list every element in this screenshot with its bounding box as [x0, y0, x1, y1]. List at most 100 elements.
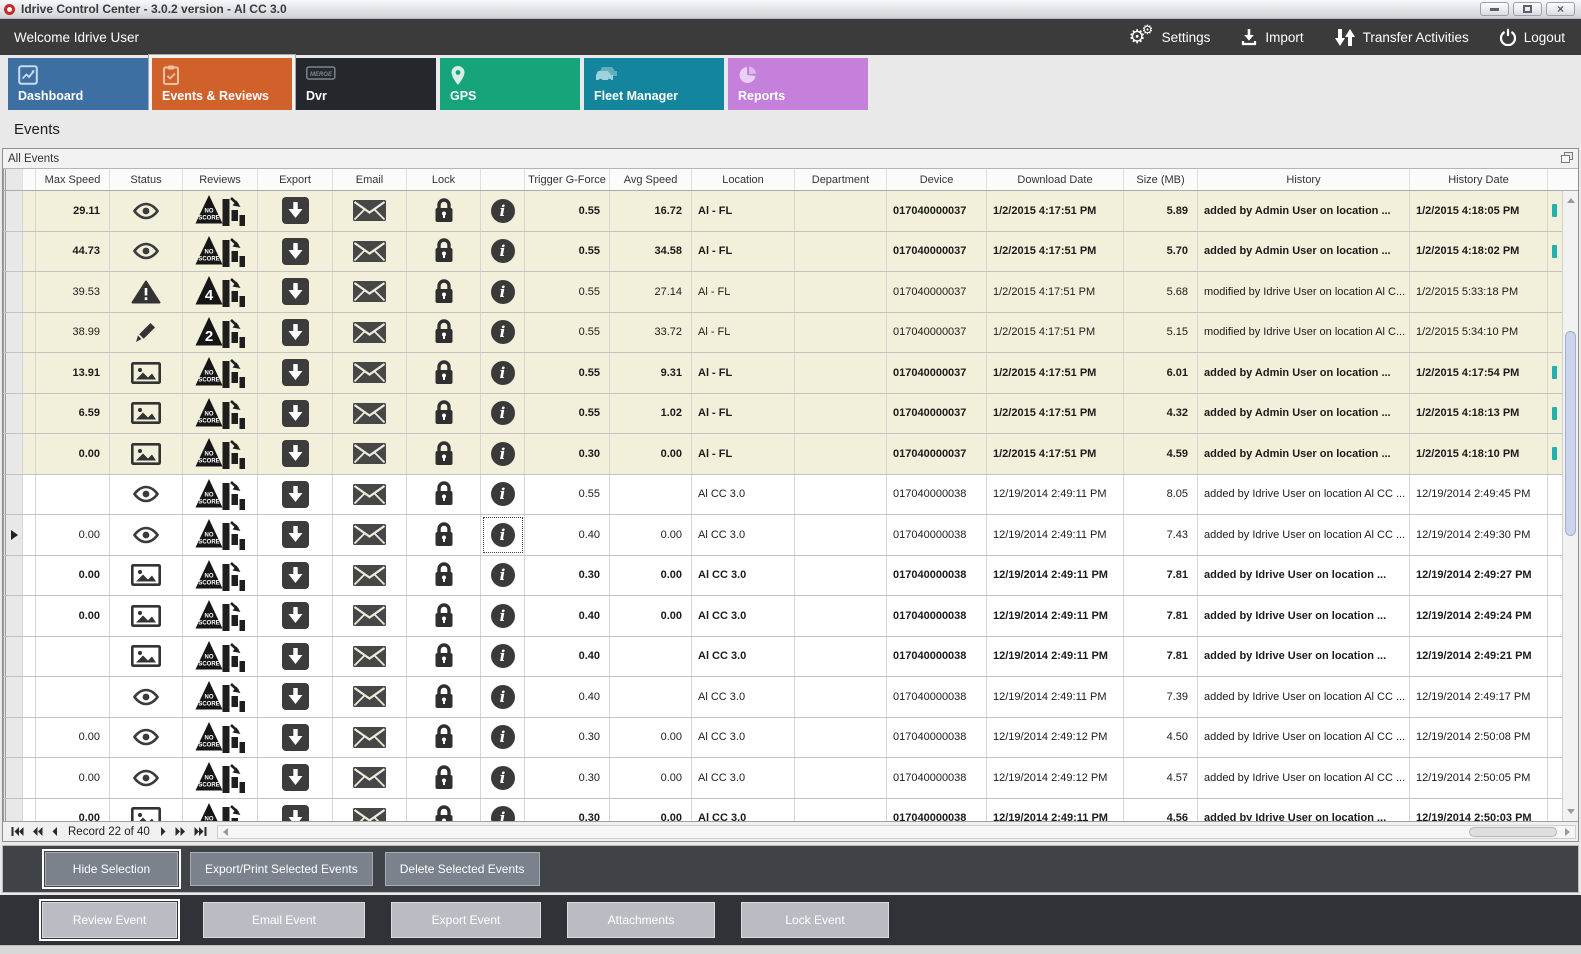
cell-reviews[interactable]: NOSCORE	[183, 232, 258, 272]
info-icon[interactable]: i	[491, 604, 515, 628]
cell-reviews[interactable]: NOSCORE	[183, 677, 258, 717]
cell-info[interactable]: i	[481, 394, 525, 434]
next-page-button[interactable]	[171, 827, 190, 836]
close-button[interactable]: ×	[1546, 2, 1575, 16]
row-indicator-cell[interactable]	[3, 475, 23, 515]
cell-info[interactable]: i	[481, 191, 525, 231]
row-indicator-cell[interactable]	[3, 232, 23, 272]
column-header-download-date[interactable]: Download Date	[987, 169, 1124, 190]
cell-email[interactable]	[333, 272, 407, 312]
table-row[interactable]: 00.00NOSCOREi0.300.00Al - FL017040000037…	[3, 434, 1562, 475]
import-button[interactable]: Import	[1240, 28, 1303, 46]
tab-dashboard[interactable]: Dashboard	[8, 58, 148, 110]
cell-info[interactable]: i	[481, 475, 525, 515]
cell-lock[interactable]	[407, 515, 481, 555]
info-icon[interactable]: i	[491, 644, 515, 668]
cell-lock[interactable]	[407, 272, 481, 312]
column-header-max-speed[interactable]: Max Speed	[36, 169, 110, 190]
minimize-button[interactable]	[1480, 2, 1509, 16]
cell-email[interactable]	[333, 434, 407, 474]
row-indicator-cell[interactable]	[3, 718, 23, 758]
cell-lock[interactable]	[407, 596, 481, 636]
export-print-selected-events-button[interactable]: Export/Print Selected Events	[190, 852, 373, 886]
table-row[interactable]: 70.00NOSCOREi0.300.00Al CC 3.00170400000…	[3, 556, 1562, 597]
info-icon[interactable]: i	[491, 401, 515, 425]
previous-page-button[interactable]	[28, 827, 47, 836]
cell-email[interactable]	[333, 596, 407, 636]
cell-lock[interactable]	[407, 191, 481, 231]
info-icon[interactable]: i	[491, 482, 515, 506]
cell-export[interactable]	[258, 313, 333, 353]
cell-export[interactable]	[258, 758, 333, 798]
table-row[interactable]: 229.11NOSCOREi0.5516.72Al - FL0170400000…	[3, 191, 1562, 232]
hide-selection-button[interactable]: Hide Selection	[45, 852, 178, 886]
tab-dvr[interactable]: MERGE Dvr	[296, 58, 436, 110]
row-indicator-cell[interactable]	[3, 515, 23, 555]
cell-lock[interactable]	[407, 677, 481, 717]
cell-lock[interactable]	[407, 434, 481, 474]
cascade-windows-icon[interactable]	[1561, 152, 1573, 166]
cell-export[interactable]	[258, 677, 333, 717]
column-header-blank[interactable]	[1548, 169, 1560, 190]
cell-info[interactable]: i	[481, 596, 525, 636]
tab-reports[interactable]: Reports	[728, 58, 868, 110]
info-icon[interactable]: i	[491, 806, 515, 821]
maximize-button[interactable]	[1513, 2, 1542, 16]
cell-info[interactable]: i	[481, 637, 525, 677]
cell-email[interactable]	[333, 515, 407, 555]
table-row[interactable]: 50.00NOSCOREi0.300.00Al CC 3.00170400000…	[3, 799, 1562, 822]
cell-info[interactable]: i	[481, 718, 525, 758]
logout-button[interactable]: Logout	[1499, 28, 1565, 46]
column-header-status[interactable]: Status	[110, 169, 183, 190]
cell-email[interactable]	[333, 556, 407, 596]
row-indicator-cell[interactable]	[3, 394, 23, 434]
cell-export[interactable]	[258, 596, 333, 636]
horizontal-scroll-thumb[interactable]	[1469, 827, 1557, 837]
settings-button[interactable]: ⚙⚙ Settings	[1129, 26, 1211, 48]
cell-email[interactable]	[333, 677, 407, 717]
delete-selected-events-button[interactable]: Delete Selected Events	[385, 852, 540, 886]
scroll-right-arrow[interactable]	[1561, 827, 1574, 837]
cell-lock[interactable]	[407, 556, 481, 596]
cell-lock[interactable]	[407, 313, 481, 353]
cell-info[interactable]: i	[481, 353, 525, 393]
column-header-export[interactable]: Export	[258, 169, 333, 190]
row-indicator-cell[interactable]	[3, 434, 23, 474]
row-indicator-cell[interactable]	[3, 191, 23, 231]
cell-reviews[interactable]: 4	[183, 272, 258, 312]
cell-export[interactable]	[258, 394, 333, 434]
cell-email[interactable]	[333, 718, 407, 758]
info-icon[interactable]: i	[491, 685, 515, 709]
column-header-department[interactable]: Department	[795, 169, 887, 190]
cell-email[interactable]	[333, 637, 407, 677]
info-icon[interactable]: i	[491, 523, 515, 547]
info-icon[interactable]: i	[491, 563, 515, 587]
cell-export[interactable]	[258, 475, 333, 515]
cell-email[interactable]	[333, 313, 407, 353]
info-icon[interactable]: i	[491, 320, 515, 344]
next-record-button[interactable]	[156, 827, 171, 836]
column-header-blank[interactable]	[23, 169, 36, 190]
info-icon[interactable]: i	[491, 766, 515, 790]
cell-lock[interactable]	[407, 718, 481, 758]
table-row[interactable]: 544.73NOSCOREi0.5534.58Al - FL0170400000…	[3, 232, 1562, 273]
cell-export[interactable]	[258, 515, 333, 555]
column-header-history[interactable]: History	[1198, 169, 1410, 190]
cell-info[interactable]: i	[481, 515, 525, 555]
column-header-blank[interactable]	[3, 169, 23, 190]
row-indicator-cell[interactable]	[3, 758, 23, 798]
cell-lock[interactable]	[407, 637, 481, 677]
row-indicator-cell[interactable]	[3, 272, 23, 312]
scroll-down-arrow[interactable]	[1563, 804, 1578, 819]
cell-email[interactable]	[333, 191, 407, 231]
info-icon[interactable]: i	[491, 280, 515, 304]
tab-gps[interactable]: GPS	[440, 58, 580, 110]
cell-export[interactable]	[258, 799, 333, 822]
cell-lock[interactable]	[407, 394, 481, 434]
table-row[interactable]: 439.534i0.5527.14Al - FL0170400000371/2/…	[3, 272, 1562, 313]
cell-lock[interactable]	[407, 799, 481, 822]
column-header-trigger-g-force[interactable]: Trigger G-Force	[525, 169, 610, 190]
vertical-scrollbar[interactable]	[1562, 191, 1578, 821]
cell-lock[interactable]	[407, 758, 481, 798]
table-row[interactable]: 50.00NOSCOREi0.400.00Al CC 3.00170400000…	[3, 596, 1562, 637]
